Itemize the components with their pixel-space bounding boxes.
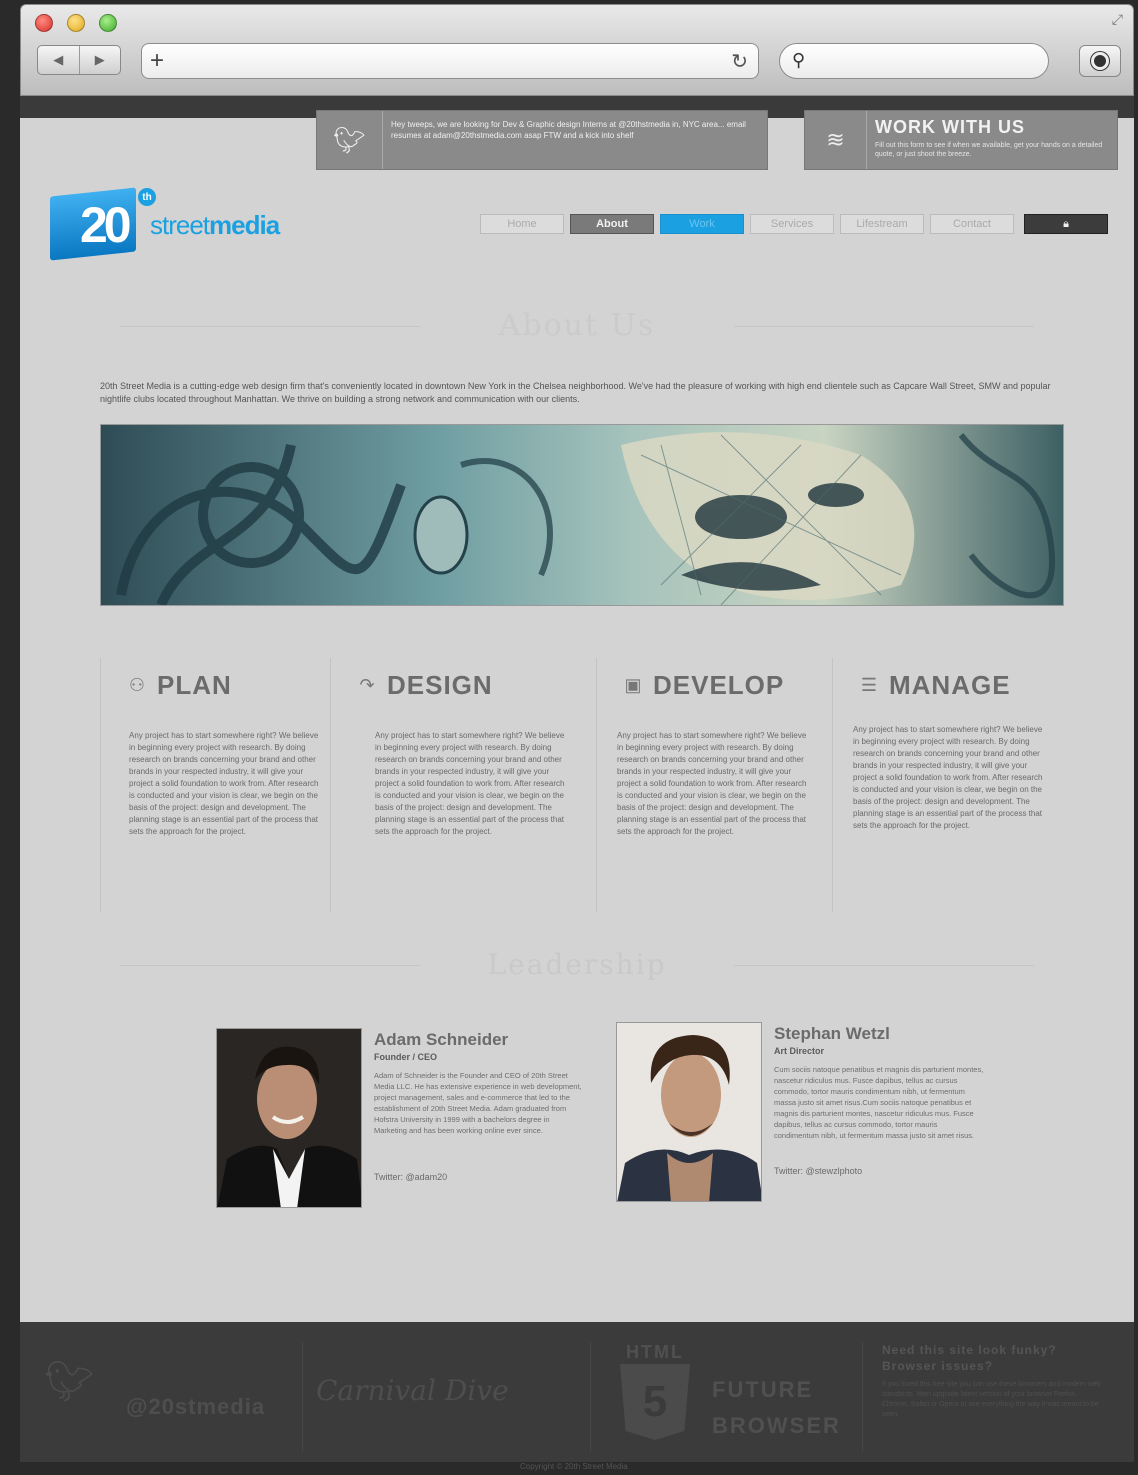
nav-item-services[interactable]: Services [750, 214, 834, 234]
service-plan-header: ⚇ PLAN [125, 670, 232, 701]
close-window-button[interactable] [35, 14, 53, 32]
footer-twitter-handle[interactable]: @20stmedia [126, 1394, 265, 1420]
tweet-panel[interactable]: 🐦︎ Hey tweeps, we are looking for Dev & … [316, 110, 768, 170]
page: 🐦︎ Hey tweeps, we are looking for Dev & … [20, 110, 1134, 1322]
nav-item-lifestream[interactable]: Lifestream [840, 214, 924, 234]
lock-icon: 🔒︎ [1063, 217, 1069, 230]
logo-word-bold: media [209, 210, 280, 240]
forward-button[interactable]: ▶ [78, 46, 121, 74]
gear-icon [1091, 52, 1109, 70]
service-plan: ⚇ PLAN Any project has to start somewher… [100, 658, 330, 912]
html5-label: HTML [626, 1342, 684, 1362]
service-design-header: ↷ DESIGN [355, 670, 493, 701]
window-icon: ▣ [624, 675, 642, 695]
reload-icon[interactable]: ↻ [731, 49, 748, 74]
add-bookmark-icon[interactable]: + [150, 48, 164, 74]
logo-ordinal: th [136, 186, 158, 208]
zoom-window-button[interactable] [99, 14, 117, 32]
fullscreen-icon[interactable]: ⤢ [1112, 11, 1123, 28]
copyright-bar: Copyright © 20th Street Media [20, 1462, 1134, 1475]
work-with-us-desc: Fill out this form to see if when we ava… [875, 142, 1103, 158]
person-name: Adam Schneider [374, 1030, 509, 1049]
logo-number: 20 [80, 197, 132, 253]
future-browser-text: FUTURE BROWSER [712, 1372, 841, 1444]
browser-toolbar: ⤢ ◀ ▶ + ↻ ⚲ [20, 4, 1134, 96]
service-design: ↷ DESIGN Any project has to start somewh… [330, 658, 578, 912]
nav-item-contact[interactable]: Contact [930, 214, 1014, 234]
service-text: Any project has to start somewhere right… [375, 731, 565, 836]
logo-wordmark: streetmedia [150, 210, 280, 241]
nav-item-about[interactable]: About [570, 214, 654, 234]
twitter-bird-icon: 🐦︎ [317, 111, 383, 169]
login-button[interactable]: 🔒︎ [1024, 214, 1108, 234]
service-text: Any project has to start somewhere right… [617, 731, 807, 836]
browser-line: BROWSER [712, 1413, 841, 1438]
service-title: DEVELOP [653, 670, 785, 700]
service-develop: ▣ DEVELOP Any project has to start somew… [596, 658, 832, 912]
about-intro: 20th Street Media is a cutting-edge web … [100, 381, 1051, 404]
service-develop-header: ▣ DEVELOP [621, 670, 784, 701]
copyright-text: Copyright © 20th Street Media [520, 1462, 628, 1471]
person-photo-image [217, 1029, 361, 1207]
person-photo [216, 1028, 362, 1208]
footer-script-logo[interactable]: Carnival Dive [316, 1374, 509, 1407]
nav-item-home[interactable]: Home [480, 214, 564, 234]
footer-cta-title: Need this site look funky? Browser issue… [882, 1343, 1057, 1373]
main-nav: Home About Work Services Lifestream Cont… [480, 214, 1108, 234]
footer-divider [302, 1342, 303, 1452]
people-icon: ⚇ [128, 675, 146, 695]
person-card: Adam Schneider Founder / CEO Adam of Sch… [216, 1028, 596, 1212]
future-line: FUTURE [712, 1377, 814, 1402]
work-with-us-title: WORK WITH US [875, 117, 1025, 137]
person-role: Founder / CEO [374, 1052, 437, 1062]
minimize-window-button[interactable] [67, 14, 85, 32]
service-manage-header: ☰ MANAGE [857, 670, 1011, 701]
history-nav: ◀ ▶ [37, 45, 121, 75]
curve-arrow-icon: ↷ [359, 675, 375, 695]
person-card: Stephan Wetzl Art Director Cum sociis na… [616, 1022, 996, 1206]
settings-button[interactable] [1079, 45, 1121, 77]
person-name: Stephan Wetzl [774, 1024, 890, 1043]
leadership-heading: Leadership [20, 948, 1134, 981]
person-twitter-link[interactable]: Twitter: @stewzlphoto [774, 1166, 862, 1176]
layers-icon: ≋ [805, 111, 867, 169]
list-icon: ☰ [860, 675, 878, 695]
site-footer: 🐦︎ @20stmedia Carnival Dive HTML 5 FUTUR… [20, 1322, 1134, 1462]
nav-item-work[interactable]: Work [660, 214, 744, 234]
person-bio: Adam of Schneider is the Founder and CEO… [374, 1071, 582, 1135]
service-title: DESIGN [387, 670, 493, 700]
service-title: MANAGE [889, 670, 1011, 700]
search-field[interactable]: ⚲ [779, 43, 1049, 79]
twitter-bird-icon[interactable]: 🐦︎ [44, 1358, 95, 1405]
about-heading: About Us [20, 308, 1134, 343]
search-icon: ⚲ [792, 50, 806, 70]
person-twitter-link[interactable]: Twitter: @adam20 [374, 1172, 447, 1182]
person-bio: Cum sociis natoque penatibus et magnis d… [774, 1065, 984, 1140]
service-title: PLAN [157, 670, 232, 700]
work-with-us-panel[interactable]: ≋ WORK WITH US Fill out this form to see… [804, 110, 1118, 170]
footer-divider [862, 1342, 863, 1452]
site-logo[interactable]: 20 th streetmedia [50, 186, 320, 261]
footer-divider [590, 1342, 591, 1452]
person-role: Art Director [774, 1046, 825, 1056]
service-text: Any project has to start somewhere right… [129, 731, 319, 836]
logo-word-light: street [150, 210, 210, 240]
person-photo-image [617, 1023, 761, 1201]
person-photo [616, 1022, 762, 1202]
html5-shield-icon: 5 [620, 1364, 690, 1440]
back-button[interactable]: ◀ [38, 46, 79, 74]
service-text: Any project has to start somewhere right… [853, 725, 1043, 830]
hero-banner-image [100, 424, 1064, 606]
tweet-text: Hey tweeps, we are looking for Dev & Gra… [391, 120, 746, 140]
address-bar[interactable]: + ↻ [141, 43, 759, 79]
banner-illustration [101, 425, 1063, 605]
service-manage: ☰ MANAGE Any project has to start somewh… [832, 658, 1060, 912]
footer-cta-text: If you loved this free site you can use … [882, 1381, 1101, 1418]
services-section: ⚇ PLAN Any project has to start somewher… [100, 658, 1060, 920]
